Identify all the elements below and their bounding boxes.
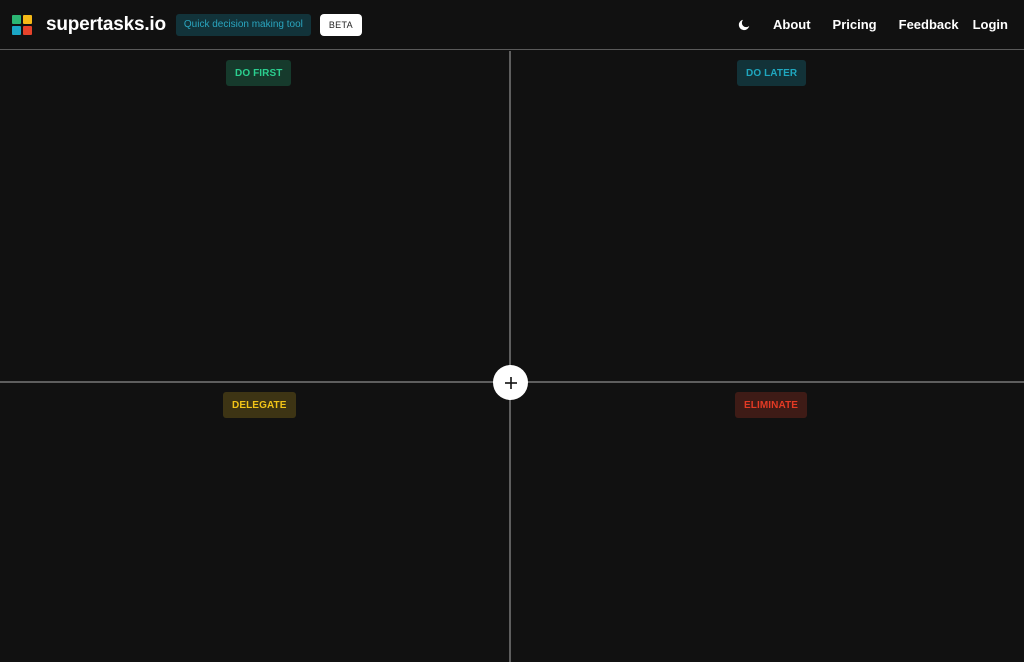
plus-icon	[504, 376, 517, 389]
quadrant-label-eliminate: ELIMINATE	[735, 392, 808, 418]
quadrant-label-do-later: DO LATER	[737, 60, 807, 86]
brand-name: supertasks.io	[46, 13, 166, 35]
quadrant-delegate[interactable]: DELEGATE	[0, 383, 510, 662]
logo-square-blue	[23, 14, 32, 24]
quadrant-eliminate[interactable]: ELIMINATE	[512, 383, 1024, 662]
beta-badge: BETA	[319, 13, 362, 36]
nav-login-link[interactable]: Login	[973, 17, 1008, 32]
top-header: supertasks.io Quick decision making tool…	[0, 0, 1024, 50]
moon-icon[interactable]	[737, 18, 751, 32]
brand[interactable]: supertasks.io	[12, 14, 166, 36]
logo-square-yellow	[12, 25, 21, 35]
tagline-badge: Quick decision making tool	[175, 13, 311, 36]
quadrant-do-later[interactable]: DO LATER	[512, 51, 1024, 382]
vertical-divider	[509, 51, 511, 662]
nav-feedback-link[interactable]: Feedback	[899, 17, 959, 32]
add-task-button[interactable]	[493, 365, 528, 400]
logo-square-red	[23, 25, 32, 35]
four-square-logo-icon	[12, 14, 32, 35]
top-nav: About Pricing Feedback Login	[737, 17, 1008, 32]
nav-pricing-link[interactable]: Pricing	[833, 17, 877, 32]
quadrant-do-first[interactable]: DO FIRST	[0, 51, 510, 382]
logo-square-green	[12, 14, 21, 24]
app-root: supertasks.io Quick decision making tool…	[0, 0, 1024, 662]
quadrant-label-do-first: DO FIRST	[226, 60, 292, 86]
nav-about-link[interactable]: About	[773, 17, 811, 32]
quadrant-label-delegate: DELEGATE	[223, 392, 296, 418]
